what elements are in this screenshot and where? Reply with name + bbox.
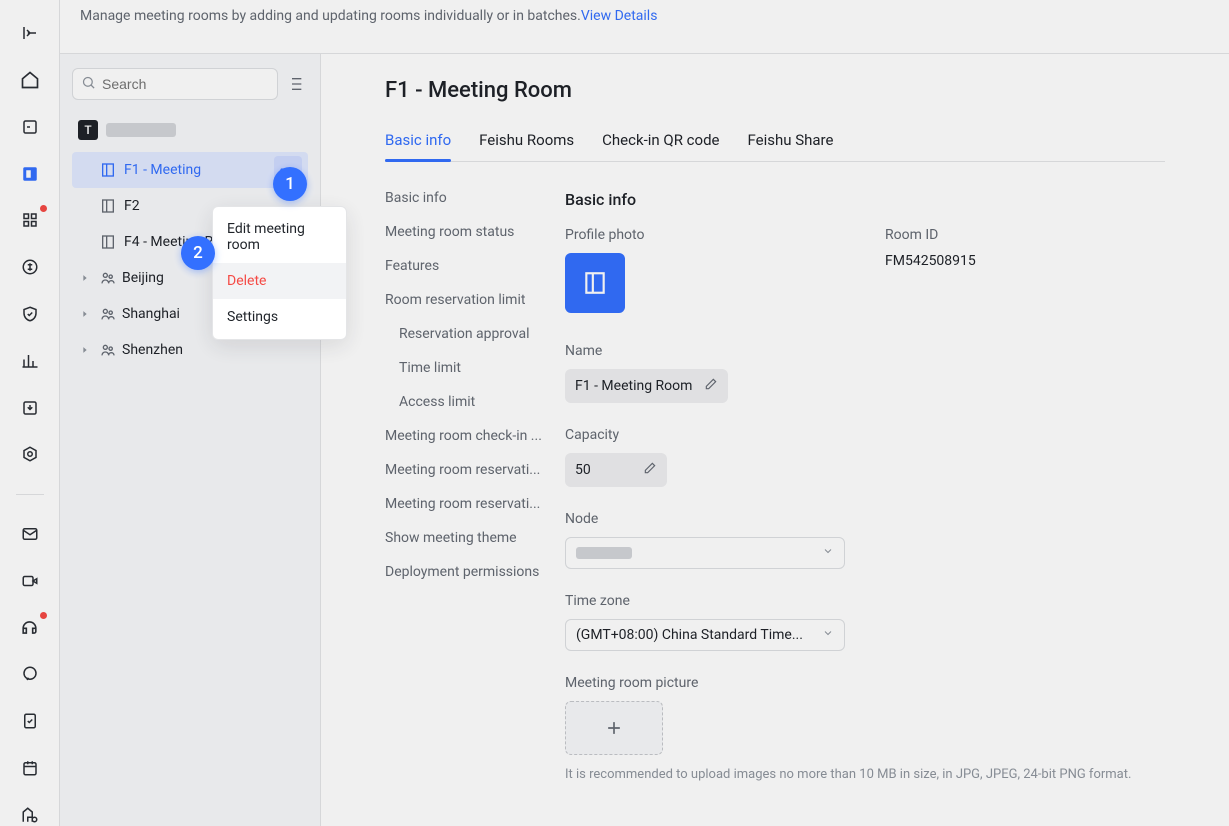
name-value: F1 - Meeting Room: [575, 378, 692, 394]
node-select[interactable]: [565, 537, 845, 569]
chevron-right-icon: [80, 273, 94, 283]
nav-show-theme[interactable]: Show meeting theme: [385, 530, 547, 546]
edit-icon[interactable]: [704, 377, 718, 395]
profile-photo[interactable]: [565, 253, 625, 313]
callout-badge-2: 2: [181, 236, 215, 270]
search-input-wrapper[interactable]: [72, 68, 278, 100]
picture-label: Meeting room picture: [565, 675, 1165, 691]
tab-feishu-share[interactable]: Feishu Share: [748, 123, 834, 161]
room-icon: [100, 198, 116, 214]
timezone-select[interactable]: (GMT+08:00) China Standard Time...: [565, 619, 845, 651]
ctx-edit[interactable]: Edit meeting room: [213, 211, 346, 263]
home-icon[interactable]: [18, 69, 42, 92]
nav-basic-info[interactable]: Basic info: [385, 190, 547, 206]
nav-checkin[interactable]: Meeting room check-in ...: [385, 428, 547, 444]
ctx-delete[interactable]: Delete: [213, 263, 346, 299]
timezone-label: Time zone: [565, 593, 1165, 609]
settings-icon[interactable]: [18, 443, 42, 466]
banner-text: Manage meeting rooms by adding and updat…: [80, 8, 581, 24]
section-heading: Basic info: [565, 190, 1165, 209]
video-icon[interactable]: [18, 569, 42, 592]
filter-button[interactable]: [284, 68, 308, 100]
node-label: Node: [565, 511, 1165, 527]
info-banner: Manage meeting rooms by adding and updat…: [60, 0, 1229, 54]
people-icon: [100, 342, 116, 358]
city-label: Shanghai: [122, 306, 180, 322]
section-nav: Basic info Meeting room status Features …: [385, 190, 547, 809]
picture-help-text: It is recommended to upload images no mo…: [565, 765, 1135, 785]
page-title: F1 - Meeting Room: [385, 78, 1165, 103]
city-label: Shenzhen: [122, 342, 183, 358]
callout-badge-1: 1: [273, 167, 307, 201]
chevron-right-icon: [80, 345, 94, 355]
support-icon[interactable]: [18, 616, 42, 639]
mail-icon[interactable]: [18, 523, 42, 546]
edit-icon[interactable]: [643, 461, 657, 479]
tab-feishu-rooms[interactable]: Feishu Rooms: [479, 123, 574, 161]
people-icon: [100, 270, 116, 286]
name-field[interactable]: F1 - Meeting Room: [565, 369, 728, 403]
search-input[interactable]: [102, 76, 269, 92]
capacity-label: Capacity: [565, 427, 1165, 443]
list-icon[interactable]: [18, 116, 42, 139]
nav-time-limit[interactable]: Time limit: [385, 360, 547, 376]
nav-reservation-1[interactable]: Meeting room reservati...: [385, 462, 547, 478]
room-id-value: FM542508915: [885, 253, 1165, 269]
nav-reservation-approval[interactable]: Reservation approval: [385, 326, 547, 342]
name-label: Name: [565, 343, 1165, 359]
room-label: F2: [124, 198, 140, 214]
room-id-label: Room ID: [885, 227, 1165, 243]
billing-icon[interactable]: [18, 256, 42, 279]
timezone-value: (GMT+08:00) China Standard Time...: [576, 627, 803, 643]
chevron-down-icon: [822, 545, 834, 561]
room-label: F1 - Meeting: [124, 162, 201, 178]
calendar-icon[interactable]: [18, 756, 42, 779]
chevron-right-icon: [80, 309, 94, 319]
tabs: Basic info Feishu Rooms Check-in QR code…: [385, 123, 1165, 162]
context-menu: Edit meeting room Delete Settings: [212, 206, 347, 340]
analytics-icon[interactable]: [18, 349, 42, 372]
collapse-icon[interactable]: [18, 22, 42, 45]
ctx-settings[interactable]: Settings: [213, 299, 346, 335]
tab-checkin-qr[interactable]: Check-in QR code: [602, 123, 719, 161]
root-node[interactable]: T: [72, 114, 308, 146]
org-name-placeholder: [106, 123, 176, 137]
org-badge: T: [78, 120, 98, 140]
task-icon[interactable]: [18, 710, 42, 733]
capacity-value: 50: [575, 462, 591, 478]
apps-icon[interactable]: [18, 209, 42, 232]
nav-reservation-2[interactable]: Meeting room reservati...: [385, 496, 547, 512]
nav-room-status[interactable]: Meeting room status: [385, 224, 547, 240]
view-details-link[interactable]: View Details: [581, 8, 658, 24]
tab-basic-info[interactable]: Basic info: [385, 123, 451, 161]
meeting-rooms-icon[interactable]: [18, 162, 42, 185]
nav-deployment[interactable]: Deployment permissions: [385, 564, 547, 580]
nav-features[interactable]: Features: [385, 258, 547, 274]
node-value-placeholder: [576, 547, 632, 559]
download-icon[interactable]: [18, 396, 42, 419]
workspace-icon[interactable]: [18, 803, 42, 826]
picture-uploader[interactable]: [565, 701, 663, 755]
nav-access-limit[interactable]: Access limit: [385, 394, 547, 410]
chat-icon[interactable]: [18, 663, 42, 686]
profile-photo-label: Profile photo: [565, 227, 845, 243]
people-icon: [100, 306, 116, 322]
chevron-down-icon: [822, 627, 834, 643]
room-icon: [100, 234, 116, 250]
capacity-field[interactable]: 50: [565, 453, 667, 487]
search-icon: [81, 75, 96, 94]
room-icon: [100, 162, 116, 178]
city-label: Beijing: [122, 270, 164, 286]
security-icon[interactable]: [18, 303, 42, 326]
nav-reservation-limit[interactable]: Room reservation limit: [385, 292, 547, 308]
